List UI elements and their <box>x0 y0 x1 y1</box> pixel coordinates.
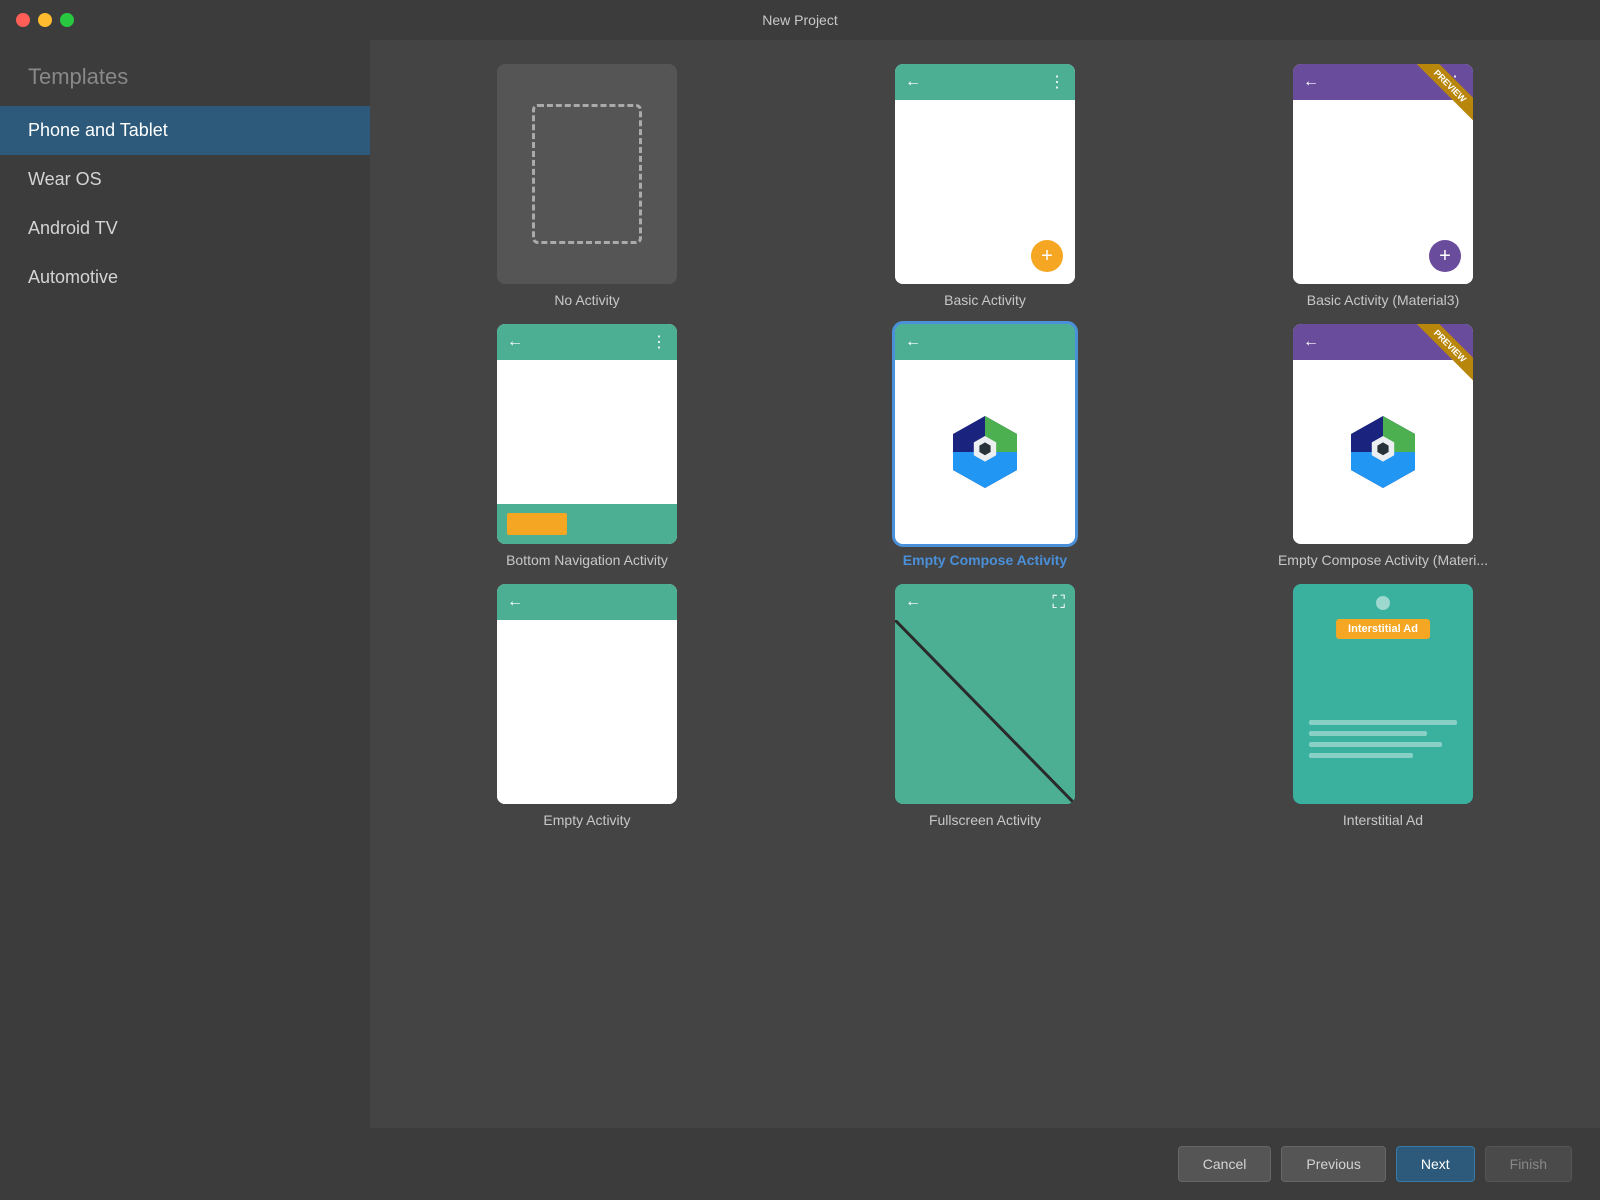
fab-button-basic: + <box>1031 240 1063 272</box>
interstitial-dot <box>1376 596 1390 610</box>
bottom-bar: Cancel Previous Next Finish <box>370 1128 1600 1200</box>
phone-toolbar-empty-compose: ← <box>895 324 1075 360</box>
next-button[interactable]: Next <box>1396 1146 1475 1182</box>
phone-body-fullscreen <box>895 620 1075 804</box>
sidebar-item-automotive[interactable]: Automotive <box>0 253 370 302</box>
templates-grid: No Activity ← ⋮ + Basic Activity <box>370 40 1600 1128</box>
phone-body-empty-compose <box>895 360 1075 544</box>
finish-button[interactable]: Finish <box>1485 1146 1572 1182</box>
content-area: No Activity ← ⋮ + Basic Activity <box>370 40 1600 1200</box>
sidebar: Templates Phone and Tablet Wear OS Andro… <box>0 40 370 1200</box>
template-basic-activity[interactable]: ← ⋮ + Basic Activity <box>796 64 1174 308</box>
phone-mockup-bottom-nav: ← ⋮ <box>497 324 677 544</box>
template-bottom-nav[interactable]: ← ⋮ Bottom Navigation Activity <box>398 324 776 568</box>
dashed-rect-icon <box>532 104 642 244</box>
back-arrow-icon: ← <box>905 73 921 91</box>
sidebar-item-wear-os[interactable]: Wear OS <box>0 155 370 204</box>
bottom-nav-btn <box>507 513 567 535</box>
template-basic-activity-m3[interactable]: ← ⋮ + PREVIEW Basic Activity (Material3) <box>1194 64 1572 308</box>
more-options-icon: ⋮ <box>1049 72 1065 92</box>
template-empty-compose-m3-preview: ← <box>1293 324 1473 544</box>
template-empty-activity-label: Empty Activity <box>543 812 630 828</box>
template-fullscreen-preview: ← ⛶ <box>895 584 1075 804</box>
compose-icon <box>895 360 1075 544</box>
sidebar-item-phone-tablet[interactable]: Phone and Tablet <box>0 106 370 155</box>
template-no-activity[interactable]: No Activity <box>398 64 776 308</box>
template-fullscreen[interactable]: ← ⛶ Fullscreen Activity <box>796 584 1174 828</box>
interstitial-line-3 <box>1309 742 1442 747</box>
template-bottom-nav-preview: ← ⋮ <box>497 324 677 544</box>
phone-toolbar-empty-activity: ← <box>497 584 677 620</box>
template-empty-compose-m3[interactable]: ← <box>1194 324 1572 568</box>
sidebar-label: Templates <box>0 40 370 106</box>
template-no-activity-preview <box>497 64 677 284</box>
template-empty-activity-preview: ← <box>497 584 677 804</box>
template-empty-compose-preview: ← <box>895 324 1075 544</box>
phone-body-empty-activity <box>497 620 677 804</box>
dialog: Templates Phone and Tablet Wear OS Andro… <box>0 40 1600 1200</box>
template-interstitial-ad-label: Interstitial Ad <box>1343 812 1423 828</box>
template-no-activity-label: No Activity <box>554 292 619 308</box>
phone-mockup-empty-compose: ← <box>895 324 1075 544</box>
template-basic-activity-label: Basic Activity <box>944 292 1026 308</box>
phone-toolbar-bottom-nav: ← ⋮ <box>497 324 677 360</box>
template-basic-activity-preview: ← ⋮ + <box>895 64 1075 284</box>
phone-body-bottom-nav <box>497 360 677 504</box>
interstitial-line-2 <box>1309 731 1427 736</box>
phone-mockup-basic: ← ⋮ + <box>895 64 1075 284</box>
sidebar-item-android-tv[interactable]: Android TV <box>0 204 370 253</box>
preview-badge-compose-m3: PREVIEW <box>1403 324 1473 394</box>
template-empty-compose-label: Empty Compose Activity <box>903 552 1067 568</box>
bottom-nav-bar <box>497 504 677 544</box>
template-interstitial-ad[interactable]: Interstitial Ad Interstitial Ad <box>1194 584 1572 828</box>
template-fullscreen-label: Fullscreen Activity <box>929 812 1041 828</box>
phone-toolbar-fullscreen: ← ⛶ <box>895 584 1075 620</box>
cancel-button[interactable]: Cancel <box>1178 1146 1272 1182</box>
preview-badge-m3: PREVIEW <box>1403 64 1473 134</box>
previous-button[interactable]: Previous <box>1281 1146 1385 1182</box>
phone-body-basic: + <box>895 100 1075 284</box>
fullscreen-icon: ⛶ <box>1052 592 1065 613</box>
more-options-bottom-nav: ⋮ <box>651 332 667 352</box>
template-interstitial-ad-preview: Interstitial Ad <box>1293 584 1473 804</box>
back-arrow-empty-compose: ← <box>905 333 921 351</box>
template-basic-activity-m3-preview: ← ⋮ + PREVIEW <box>1293 64 1473 284</box>
phone-mockup-fullscreen: ← ⛶ <box>895 584 1075 804</box>
interstitial-line-1 <box>1309 720 1457 725</box>
compose-logo-svg <box>945 412 1025 492</box>
template-empty-activity[interactable]: ← Empty Activity <box>398 584 776 828</box>
titlebar: New Project <box>0 0 1600 40</box>
interstitial-lines <box>1309 720 1457 764</box>
interstitial-line-4 <box>1309 753 1413 758</box>
phone-mockup-interstitial: Interstitial Ad <box>1293 584 1473 804</box>
minimize-button[interactable] <box>38 13 52 27</box>
template-basic-activity-m3-label: Basic Activity (Material3) <box>1307 292 1459 308</box>
phone-mockup-empty-activity: ← <box>497 584 677 804</box>
compose-logo-svg-m3 <box>1343 412 1423 492</box>
fab-button-m3: + <box>1429 240 1461 272</box>
interstitial-ad-badge: Interstitial Ad <box>1336 619 1430 639</box>
back-arrow-empty-activity: ← <box>507 593 523 611</box>
diagonal-line-svg <box>895 620 1075 804</box>
close-button[interactable] <box>16 13 30 27</box>
back-arrow-empty-compose-m3: ← <box>1303 333 1319 351</box>
back-arrow-fullscreen: ← <box>905 593 921 611</box>
back-arrow-bottom-nav: ← <box>507 333 523 351</box>
back-arrow-icon-m3: ← <box>1303 73 1319 91</box>
window-title: New Project <box>762 12 837 28</box>
maximize-button[interactable] <box>60 13 74 27</box>
phone-toolbar-basic: ← ⋮ <box>895 64 1075 100</box>
traffic-lights <box>16 13 74 27</box>
template-empty-compose[interactable]: ← <box>796 324 1174 568</box>
template-empty-compose-m3-label: Empty Compose Activity (Materi... <box>1278 552 1488 568</box>
template-bottom-nav-label: Bottom Navigation Activity <box>506 552 668 568</box>
